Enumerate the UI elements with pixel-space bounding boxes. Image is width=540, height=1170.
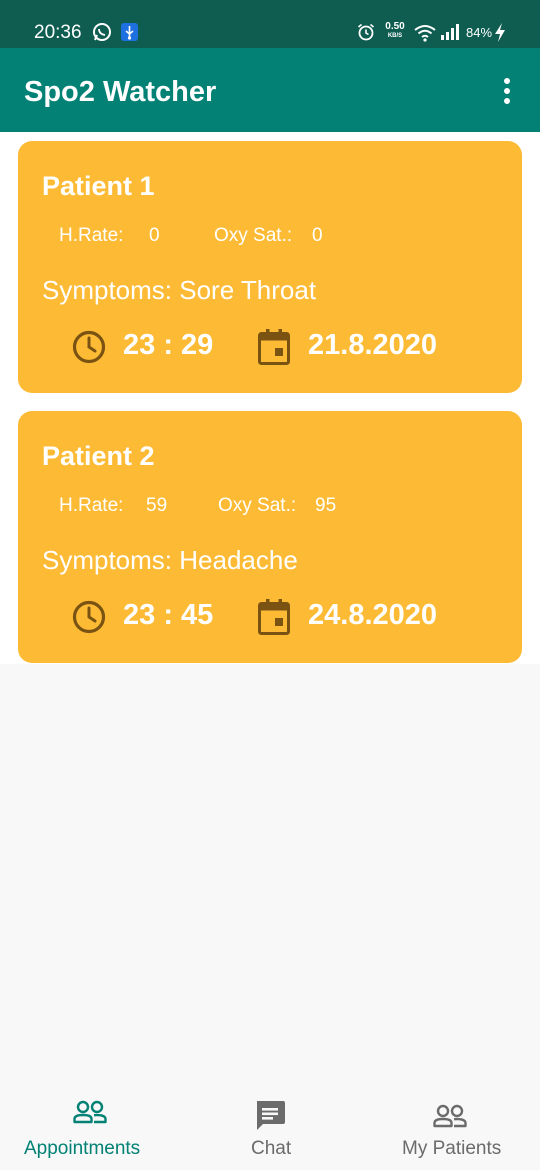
nav-appointments[interactable]: Appointments (0, 1088, 180, 1170)
oxy-sat-value: 0 (312, 225, 323, 246)
nav-label: My Patients (402, 1138, 502, 1159)
nav-chat[interactable]: Chat (180, 1088, 360, 1170)
network-speed: 0.50 KB/S (385, 21, 405, 40)
calendar-icon (258, 599, 290, 635)
heart-rate-value: 0 (149, 225, 160, 246)
symptoms-text: Symptoms: Headache (42, 545, 298, 575)
status-time: 20:36 (34, 22, 82, 43)
calendar-icon (258, 329, 290, 365)
appointment-time: 23 : 45 (123, 599, 214, 631)
people-icon (73, 1100, 107, 1124)
people-icon (433, 1104, 467, 1128)
nav-label: Appointments (24, 1138, 141, 1159)
usb-icon (121, 23, 138, 41)
clock-icon (72, 330, 106, 364)
heart-rate-value: 59 (146, 495, 168, 516)
patient-card[interactable]: Patient 1 H.Rate: 0 Oxy Sat.: 0 Symptoms… (18, 141, 522, 393)
heart-rate-label: H.Rate: (59, 495, 124, 516)
overflow-menu-icon[interactable] (496, 76, 518, 106)
patient-card[interactable]: Patient 2 H.Rate: 59 Oxy Sat.: 95 Sympto… (18, 411, 522, 663)
oxy-sat-value: 95 (315, 495, 337, 516)
oxy-sat-label: Oxy Sat.: (214, 225, 293, 246)
bottom-navigation: Appointments Chat My Patients (0, 1088, 540, 1170)
heart-rate-label: H.Rate: (59, 225, 124, 246)
whatsapp-icon (93, 23, 111, 41)
appointment-time: 23 : 29 (123, 329, 214, 361)
status-bar: 20:36 0.50 KB/S 84% (0, 0, 540, 48)
appointment-date: 24.8.2020 (308, 599, 438, 631)
app-bar: Spo2 Watcher (0, 48, 540, 132)
clock-icon (72, 600, 106, 634)
chat-icon (257, 1101, 285, 1130)
appointment-date: 21.8.2020 (308, 329, 438, 361)
patient-name: Patient 2 (42, 441, 155, 471)
charging-icon (495, 23, 505, 42)
symptoms-text: Symptoms: Sore Throat (42, 275, 317, 305)
nav-label: Chat (251, 1138, 292, 1159)
battery-level: 84% (466, 25, 493, 40)
signal-icon (441, 24, 459, 40)
alarm-icon (357, 23, 375, 41)
app-title: Spo2 Watcher (24, 76, 217, 108)
wifi-icon (414, 25, 436, 42)
oxy-sat-label: Oxy Sat.: (218, 495, 297, 516)
nav-my-patients[interactable]: My Patients (360, 1088, 540, 1170)
patient-name: Patient 1 (42, 171, 155, 201)
